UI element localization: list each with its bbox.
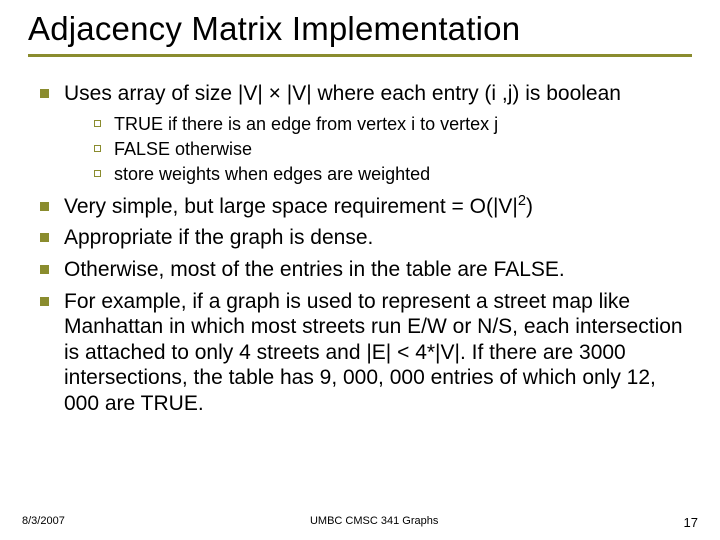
- bullet-text: For example, if a graph is used to repre…: [64, 290, 683, 415]
- sub-bullet-text: TRUE if there is an edge from vertex i t…: [114, 114, 498, 134]
- sub-bullet-text: store weights when edges are weighted: [114, 164, 430, 184]
- bullet-text-pre: Very simple, but large space requirement…: [64, 195, 518, 218]
- sub-bullet-item: TRUE if there is an edge from vertex i t…: [92, 113, 688, 136]
- bullet-item: For example, if a graph is used to repre…: [36, 289, 688, 417]
- sub-bullet-list: TRUE if there is an edge from vertex i t…: [64, 113, 688, 186]
- bullet-item: Uses array of size |V| × |V| where each …: [36, 81, 688, 186]
- footer: 8/3/2007 17 UMBC CMSC 341 Graphs: [0, 515, 720, 530]
- sub-bullet-item: FALSE otherwise: [92, 138, 688, 161]
- bullet-item: Appropriate if the graph is dense.: [36, 225, 688, 251]
- footer-date: 8/3/2007: [22, 515, 65, 527]
- superscript: 2: [518, 193, 526, 209]
- bullet-text: Uses array of size |V| × |V| where each …: [64, 82, 621, 105]
- slide: Adjacency Matrix Implementation Uses arr…: [0, 0, 720, 540]
- sub-bullet-text: FALSE otherwise: [114, 139, 252, 159]
- title-underline: [28, 54, 692, 57]
- bullet-item: Otherwise, most of the entries in the ta…: [36, 257, 688, 283]
- slide-title: Adjacency Matrix Implementation: [28, 10, 692, 48]
- bullet-text: Appropriate if the graph is dense.: [64, 226, 373, 249]
- footer-page-number: 17: [684, 515, 698, 530]
- bullet-item: Very simple, but large space requirement…: [36, 194, 688, 220]
- footer-center: UMBC CMSC 341 Graphs: [22, 515, 698, 527]
- bullet-text: Otherwise, most of the entries in the ta…: [64, 258, 565, 281]
- bullet-text-post: ): [526, 195, 533, 218]
- bullet-list: Uses array of size |V| × |V| where each …: [28, 81, 692, 417]
- sub-bullet-item: store weights when edges are weighted: [92, 163, 688, 186]
